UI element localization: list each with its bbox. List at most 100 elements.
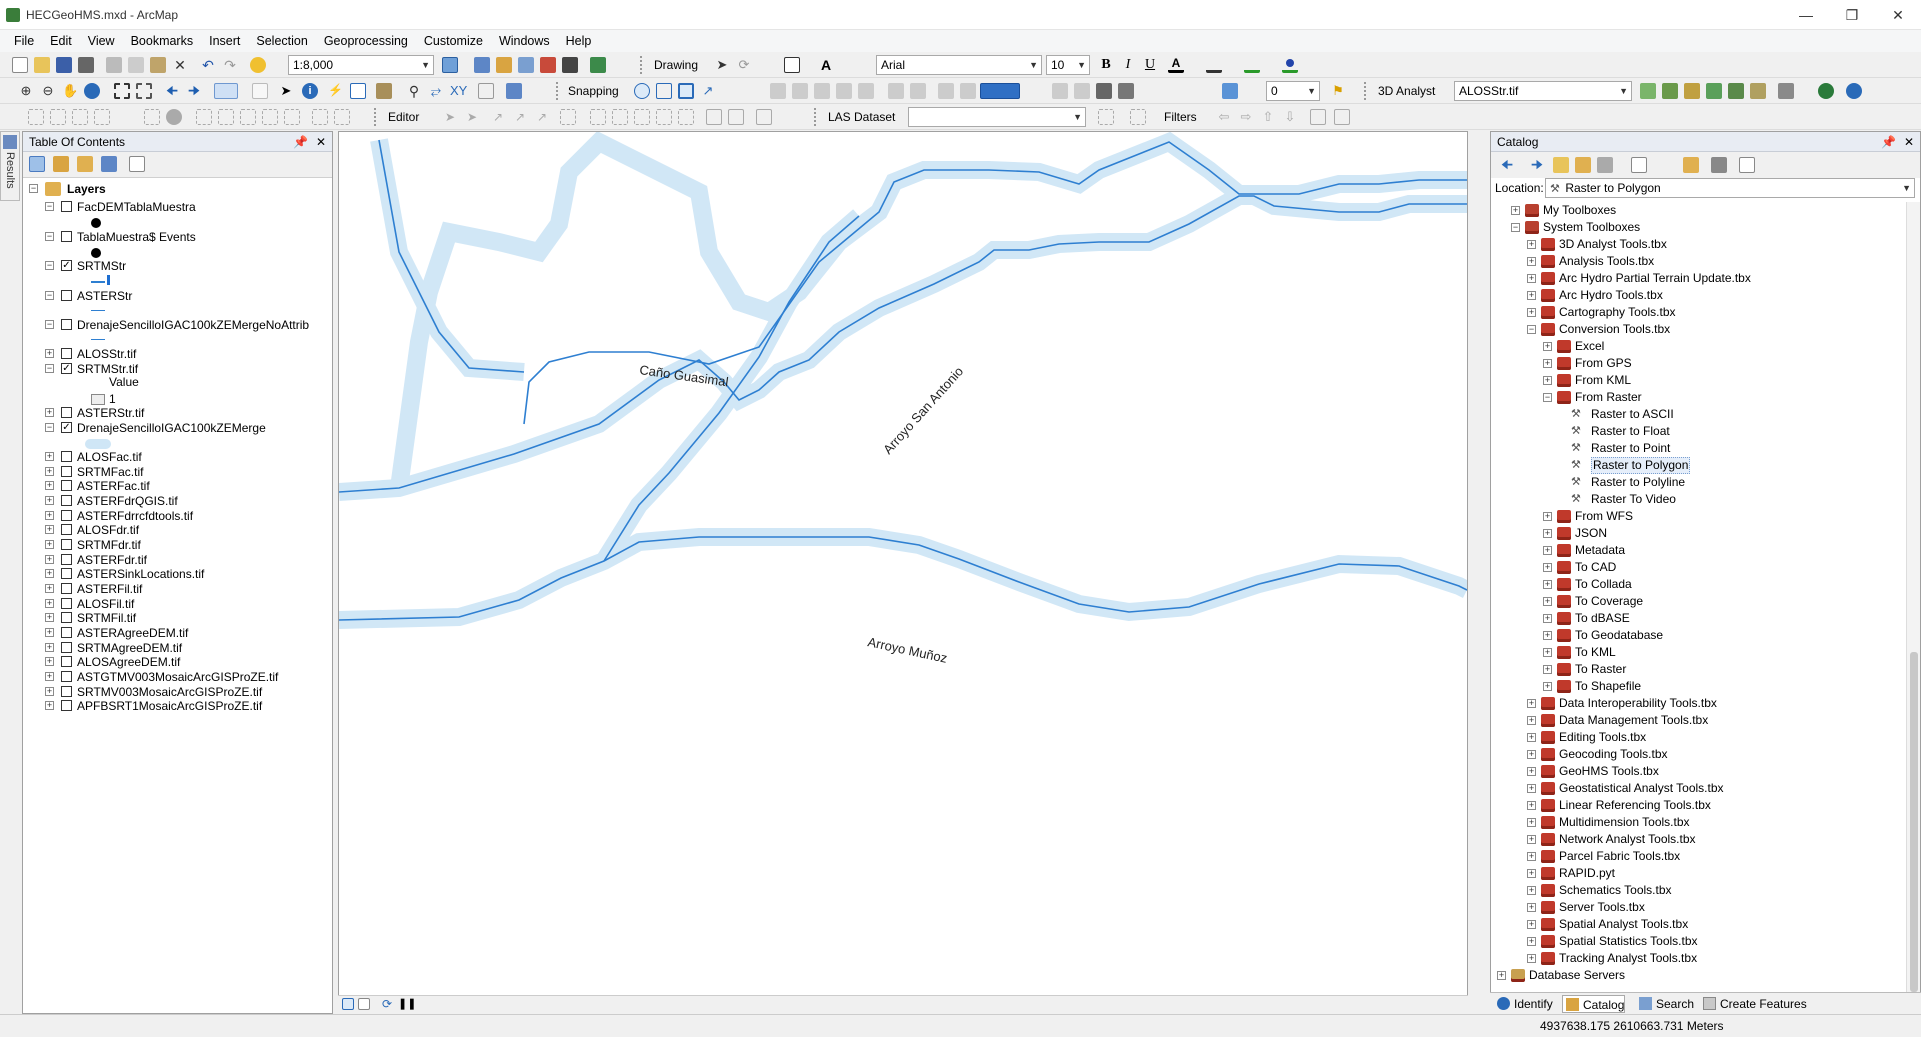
search-window-icon[interactable]: [518, 57, 534, 73]
location-combo[interactable]: ⚒ Raster to Polygon ▼: [1545, 178, 1915, 198]
expand-toggle[interactable]: −: [45, 202, 54, 211]
toc-close-icon[interactable]: ✕: [316, 132, 326, 152]
expand-toggle[interactable]: +: [1527, 274, 1536, 283]
edit-tool-icon[interactable]: ➤: [442, 109, 458, 125]
fill-color-icon[interactable]: [1206, 57, 1222, 73]
georef-5-icon[interactable]: [858, 83, 874, 99]
catalog-item[interactable]: − From Raster: [1491, 389, 1901, 406]
catalog-item[interactable]: + Parcel Fabric Tools.tbx: [1491, 848, 1901, 865]
find-route-icon[interactable]: ⥂: [428, 83, 444, 99]
expand-toggle[interactable]: +: [1543, 631, 1552, 640]
copy-icon[interactable]: [128, 57, 144, 73]
catalog-item[interactable]: + Data Interoperability Tools.tbx: [1491, 695, 1901, 712]
toolbar-grip[interactable]: [814, 108, 818, 126]
catalog-item[interactable]: + To dBASE: [1491, 610, 1901, 627]
expand-toggle[interactable]: +: [1497, 971, 1506, 980]
expand-toggle[interactable]: +: [45, 452, 54, 461]
model-builder-icon[interactable]: [590, 57, 606, 73]
expand-toggle[interactable]: +: [1527, 733, 1536, 742]
undo-icon[interactable]: ↶: [200, 57, 216, 73]
flag-icon[interactable]: ⚑: [1330, 83, 1346, 99]
zoom-out-icon[interactable]: ⊖: [40, 83, 56, 99]
catalog-item[interactable]: ⚒ Raster to Polyline: [1491, 474, 1901, 491]
tab-catalog[interactable]: Catalog: [1562, 995, 1626, 1013]
catalog-item[interactable]: + Analysis Tools.tbx: [1491, 253, 1901, 270]
layer-visibility-checkbox[interactable]: [61, 407, 72, 418]
expand-toggle[interactable]: +: [1543, 597, 1552, 606]
layer-visibility-checkbox[interactable]: [61, 568, 72, 579]
hyperlink-icon[interactable]: ⚡: [328, 83, 344, 99]
layer-visibility-checkbox[interactable]: ✓: [61, 260, 72, 271]
tab-search[interactable]: Search: [1636, 995, 1694, 1013]
profile-graph-icon[interactable]: [1778, 83, 1794, 99]
toolbar-grip[interactable]: [1364, 82, 1368, 100]
layout-icon[interactable]: [1118, 83, 1134, 99]
layer-visibility-checkbox[interactable]: ✓: [61, 363, 72, 374]
zoom-in-icon[interactable]: ⊕: [18, 83, 34, 99]
expand-toggle[interactable]: +: [1527, 801, 1536, 810]
map-scale-combo[interactable]: 1:8,000 ▼: [288, 55, 434, 75]
swipe-icon[interactable]: [1052, 83, 1068, 99]
steepest-path-icon[interactable]: [1662, 83, 1678, 99]
create-features-icon[interactable]: [756, 109, 772, 125]
expand-toggle[interactable]: +: [45, 540, 54, 549]
menu-bookmarks[interactable]: Bookmarks: [123, 30, 202, 52]
find-icon[interactable]: ⚲: [406, 83, 422, 99]
toc-window-icon[interactable]: [474, 57, 490, 73]
effects-icon[interactable]: [888, 83, 904, 99]
editor-menu[interactable]: Editor: [388, 110, 419, 124]
close-button[interactable]: ✕: [1875, 0, 1921, 30]
toc-options-icon[interactable]: [129, 156, 145, 172]
back-icon[interactable]: 🠈: [1499, 157, 1515, 173]
interpolate-polygon-icon[interactable]: [1750, 83, 1766, 99]
cut-polygons-icon[interactable]: [634, 109, 650, 125]
catalog-scroll-thumb[interactable]: [1910, 652, 1918, 992]
text-icon[interactable]: A: [818, 57, 834, 73]
expand-toggle[interactable]: +: [45, 555, 54, 564]
disabled-tool-icon[interactable]: [166, 109, 182, 125]
catalog-item[interactable]: ⚒ Raster to Float: [1491, 423, 1901, 440]
expand-toggle[interactable]: +: [1527, 699, 1536, 708]
catalog-item[interactable]: +3D Analyst Tools.tbx: [1491, 236, 1901, 253]
expand-toggle[interactable]: +: [45, 481, 54, 490]
catalog-item[interactable]: + From WFS: [1491, 508, 1901, 525]
expand-toggle[interactable]: +: [1511, 206, 1520, 215]
disabled-tool-icon[interactable]: [50, 109, 66, 125]
expand-toggle[interactable]: +: [1527, 308, 1536, 317]
list-by-drawing-order-icon[interactable]: [29, 156, 45, 172]
catalog-item[interactable]: + From KML: [1491, 372, 1901, 389]
expand-toggle[interactable]: +: [1543, 563, 1552, 572]
select-elements-tool-icon[interactable]: ➤: [278, 83, 294, 99]
3d-view-icon[interactable]: [1222, 83, 1238, 99]
catalog-item[interactable]: + To Coverage: [1491, 593, 1901, 610]
georef-2-icon[interactable]: [792, 83, 808, 99]
expand-toggle[interactable]: −: [45, 261, 54, 270]
arrow-up-icon[interactable]: ⇧: [1260, 109, 1276, 125]
go-to-xy-icon[interactable]: XY: [450, 83, 467, 99]
connect-server-icon[interactable]: [1711, 157, 1727, 173]
3d-view-las-icon[interactable]: [1334, 109, 1350, 125]
catalog-item[interactable]: + Database Servers: [1491, 967, 1901, 984]
layer-index-combo[interactable]: 0 ▼: [1266, 81, 1320, 101]
save-icon[interactable]: [56, 57, 72, 73]
catalog-close-icon[interactable]: ✕: [1904, 132, 1914, 152]
disabled-tool-icon[interactable]: [240, 109, 256, 125]
catalog-item[interactable]: + JSON: [1491, 525, 1901, 542]
fixed-zoom-out-icon[interactable]: [136, 83, 152, 99]
layer-visibility-checkbox[interactable]: [61, 700, 72, 711]
catalog-options-icon[interactable]: [1739, 157, 1755, 173]
list-by-source-icon[interactable]: [53, 156, 69, 172]
expand-toggle[interactable]: +: [1527, 784, 1536, 793]
expand-toggle[interactable]: +: [1527, 954, 1536, 963]
expand-toggle[interactable]: +: [1527, 852, 1536, 861]
toolbar-grip[interactable]: [556, 82, 560, 100]
up-level-icon[interactable]: [1553, 157, 1569, 173]
las-symbology-icon[interactable]: [1130, 109, 1146, 125]
expand-toggle[interactable]: +: [1527, 257, 1536, 266]
rectangle-icon[interactable]: [784, 57, 800, 73]
catalog-scrollbar[interactable]: [1906, 202, 1920, 992]
new-document-icon[interactable]: [12, 57, 28, 73]
expand-toggle[interactable]: +: [1543, 546, 1552, 555]
expand-toggle[interactable]: −: [1543, 393, 1552, 402]
views-icon[interactable]: [1631, 157, 1647, 173]
